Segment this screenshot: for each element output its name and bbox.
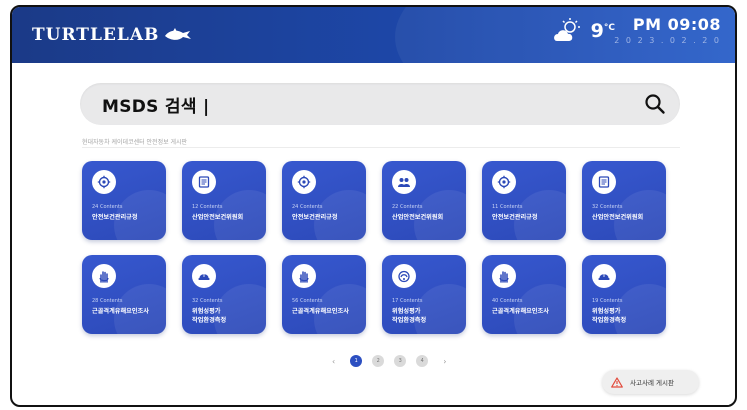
- card-title: 위험성평가 작업환경측정: [592, 308, 627, 324]
- top-bar: TURTLELAB 9°C PM 09:08 2 0 2 3 . 0 2 . 2…: [12, 7, 735, 63]
- category-card[interactable]: 22 Contents 산업안전보건위원회: [382, 161, 466, 240]
- prev-page-arrow[interactable]: ‹: [332, 357, 335, 366]
- category-grid: 24 Contents 안전보건관리규정 12 Contents 산업안전보건위원회 2…: [82, 161, 680, 334]
- report-button-label: 사고사례 게시판: [630, 379, 674, 387]
- gear-shield-icon: [292, 170, 316, 194]
- accident-report-button[interactable]: 사고사례 게시판: [602, 370, 699, 394]
- card-count: 19 Contents: [592, 298, 623, 304]
- current-time: PM 09:08: [632, 15, 721, 34]
- search-bar[interactable]: MSDS 검색 |: [80, 83, 680, 125]
- card-title: 안전보건관리규정: [492, 214, 538, 221]
- search-input[interactable]: MSDS 검색 |: [102, 92, 644, 117]
- search-icon[interactable]: [644, 93, 666, 115]
- card-title: 근골격계유해요인조사: [92, 308, 149, 315]
- category-card[interactable]: 56 Contents 근골격계유해요인조사: [282, 255, 366, 334]
- card-count: 24 Contents: [92, 204, 123, 210]
- card-count: 24 Contents: [292, 204, 323, 210]
- team-gear-icon: [392, 170, 416, 194]
- category-card[interactable]: 24 Contents 안전보건관리규정: [282, 161, 366, 240]
- hand-icon: [92, 264, 116, 288]
- document-board-icon: [192, 170, 216, 194]
- helmet-icon: [392, 264, 416, 288]
- card-count: 22 Contents: [392, 204, 423, 210]
- document-board-icon: [592, 170, 616, 194]
- card-title: 위험성평가 작업환경측정: [392, 308, 427, 324]
- card-count: 32 Contents: [192, 298, 223, 304]
- gear-shield-icon: [92, 170, 116, 194]
- page-4[interactable]: 4: [416, 355, 429, 367]
- category-card[interactable]: 19 Contents 위험성평가 작업환경측정: [582, 255, 666, 334]
- clock: PM 09:08 2 0 2 3 . 0 2 . 2 0: [614, 15, 721, 45]
- hand-icon: [292, 264, 316, 288]
- card-count: 40 Contents: [492, 298, 523, 304]
- card-title: 위험성평가 작업환경측정: [192, 308, 227, 324]
- card-count: 17 Contents: [392, 298, 423, 304]
- category-card[interactable]: 24 Contents 안전보건관리규정: [82, 161, 166, 240]
- app-window: TURTLELAB 9°C PM 09:08 2 0 2 3 . 0 2 . 2…: [10, 5, 737, 407]
- card-title: 안전보건관리규정: [92, 214, 138, 221]
- hardhat-icon: [192, 264, 216, 288]
- main-panel: MSDS 검색 | 현대자동차 케이데코센터 안전정보 게시판 24 Conte…: [22, 65, 729, 405]
- card-count: 28 Contents: [92, 298, 123, 304]
- temperature: 9°C: [590, 20, 615, 42]
- hardhat-icon: [592, 264, 616, 288]
- card-title: 근골격계유해요인조사: [492, 308, 549, 315]
- category-card[interactable]: 12 Contents 산업안전보건위원회: [182, 161, 266, 240]
- weather-widget: 9°C: [551, 17, 615, 45]
- card-count: 32 Contents: [592, 204, 623, 210]
- card-count: 11 Contents: [492, 204, 523, 210]
- pagination: ‹ 1 2 3 4 ›: [322, 355, 456, 367]
- partly-cloudy-night-icon: [553, 18, 580, 41]
- turtle-logo-icon: [165, 28, 192, 40]
- category-card[interactable]: 40 Contents 근골격계유해요인조사: [482, 255, 566, 334]
- category-card[interactable]: 28 Contents 근골격계유해요인조사: [82, 255, 166, 334]
- page-2[interactable]: 2: [372, 355, 385, 367]
- category-card[interactable]: 17 Contents 위험성평가 작업환경측정: [382, 255, 466, 334]
- warning-icon: [611, 376, 623, 388]
- next-page-arrow[interactable]: ›: [443, 357, 446, 366]
- category-card[interactable]: 11 Contents 안전보건관리규정: [482, 161, 566, 240]
- hand-icon: [492, 264, 516, 288]
- card-title: 산업안전보건위원회: [392, 214, 444, 221]
- card-title: 산업안전보건위원회: [192, 214, 244, 221]
- logo-text: TURTLELAB: [32, 25, 160, 45]
- logo[interactable]: TURTLELAB: [32, 25, 193, 45]
- breadcrumb: 현대자동차 케이데코센터 안전정보 게시판: [82, 139, 188, 146]
- card-title: 근골격계유해요인조사: [292, 308, 349, 315]
- card-title: 산업안전보건위원회: [592, 214, 644, 221]
- card-count: 56 Contents: [292, 298, 323, 304]
- gear-shield-icon: [492, 170, 516, 194]
- current-date: 2 0 2 3 . 0 2 . 2 0: [614, 36, 721, 45]
- category-card[interactable]: 32 Contents 산업안전보건위원회: [582, 161, 666, 240]
- card-title: 안전보건관리규정: [292, 214, 338, 221]
- card-count: 12 Contents: [192, 204, 223, 210]
- category-card[interactable]: 32 Contents 위험성평가 작업환경측정: [182, 255, 266, 334]
- page-1[interactable]: 1: [350, 355, 363, 367]
- page-3[interactable]: 3: [394, 355, 407, 367]
- divider: [82, 147, 680, 148]
